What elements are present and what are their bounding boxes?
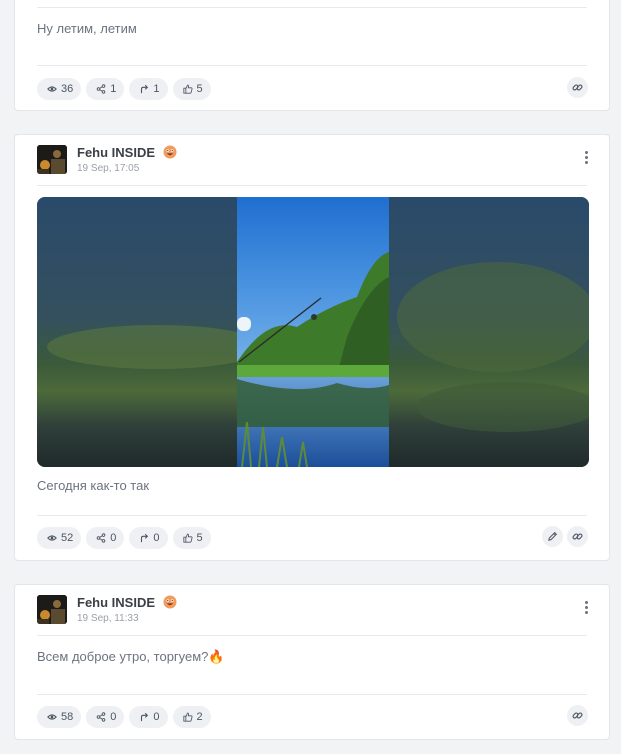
views-pill[interactable]: 36 <box>37 78 82 100</box>
eye-icon <box>47 714 57 720</box>
forward-icon <box>141 712 149 722</box>
grinning-face-icon <box>163 145 177 159</box>
forwards-count: 0 <box>153 532 160 544</box>
share-icon <box>96 533 106 543</box>
views-count: 52 <box>61 532 74 544</box>
copy-link-button[interactable] <box>567 705 588 726</box>
divider <box>37 635 587 636</box>
avatar[interactable] <box>37 595 67 624</box>
thumbs-up-icon <box>182 84 192 94</box>
shares-pill[interactable]: 0 <box>86 527 125 549</box>
thumbs-up-icon <box>182 712 192 722</box>
likes-pill[interactable]: 5 <box>172 78 211 100</box>
post-image[interactable] <box>37 197 589 467</box>
author-name[interactable]: Fehu INSIDE <box>77 145 177 160</box>
post-date[interactable]: 19 Sep, 11:33 <box>77 613 139 624</box>
likes-count: 5 <box>196 83 203 95</box>
kebab-menu-icon[interactable] <box>583 601 589 617</box>
shares-pill[interactable]: 1 <box>86 78 125 100</box>
link-icon <box>572 712 583 719</box>
shares-count: 1 <box>110 83 117 95</box>
forward-icon <box>141 84 149 94</box>
forwards-pill[interactable]: 0 <box>129 706 168 728</box>
forward-icon <box>141 533 149 543</box>
views-pill[interactable]: 52 <box>37 527 82 549</box>
divider <box>37 65 587 66</box>
likes-pill[interactable]: 5 <box>172 527 211 549</box>
forwards-count: 1 <box>153 83 160 95</box>
divider <box>37 515 587 516</box>
views-count: 36 <box>61 83 74 95</box>
grinning-face-icon <box>163 595 177 609</box>
link-icon <box>572 84 583 91</box>
post-stats: 52 0 0 5 <box>37 527 211 549</box>
post-card: Fehu INSIDE 19 Sep, 17:05 Сегодня как-то… <box>14 134 610 561</box>
thumbs-up-icon <box>182 533 192 543</box>
post-card: Fehu INSIDE 19 Sep, 11:33 Всем доброе ут… <box>14 584 610 740</box>
edit-post-button[interactable] <box>542 526 563 547</box>
kebab-menu-icon[interactable] <box>583 151 589 167</box>
divider <box>37 694 587 695</box>
eye-icon <box>47 86 57 92</box>
post-stats: 58 0 0 2 <box>37 706 211 728</box>
post-text: Ну летим, летим <box>37 21 137 36</box>
views-pill[interactable]: 58 <box>37 706 82 728</box>
forwards-pill[interactable]: 0 <box>129 527 168 549</box>
likes-count: 2 <box>196 711 203 723</box>
author-name-text: Fehu INSIDE <box>77 595 156 610</box>
link-icon <box>572 533 583 540</box>
post-text: Сегодня как-то так <box>37 478 150 493</box>
copy-link-button[interactable] <box>567 77 588 98</box>
post-card: Ну летим, летим 36 1 1 5 <box>14 0 610 111</box>
author-name-text: Fehu INSIDE <box>77 145 156 160</box>
views-count: 58 <box>61 711 74 723</box>
likes-pill[interactable]: 2 <box>172 706 211 728</box>
divider <box>37 185 587 186</box>
shares-pill[interactable]: 0 <box>86 706 125 728</box>
share-icon <box>96 712 106 722</box>
divider <box>37 7 587 8</box>
shares-count: 0 <box>110 711 117 723</box>
post-stats: 36 1 1 5 <box>37 78 211 100</box>
avatar[interactable] <box>37 145 67 174</box>
forwards-count: 0 <box>153 711 160 723</box>
forwards-pill[interactable]: 1 <box>129 78 168 100</box>
post-date[interactable]: 19 Sep, 17:05 <box>77 163 139 174</box>
likes-count: 5 <box>196 532 203 544</box>
copy-link-button[interactable] <box>567 526 588 547</box>
shares-count: 0 <box>110 532 117 544</box>
author-name[interactable]: Fehu INSIDE <box>77 595 177 610</box>
eye-icon <box>47 535 57 541</box>
post-text: Всем доброе утро, торгуем?🔥 <box>37 649 225 664</box>
share-icon <box>96 84 106 94</box>
pencil-icon <box>548 531 558 541</box>
